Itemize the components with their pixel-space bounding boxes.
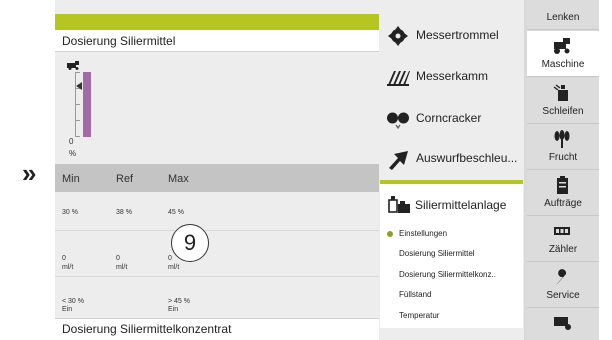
row3-max[interactable]: > 45 %: [168, 298, 190, 305]
col-ref: Ref: [116, 173, 134, 185]
gauge-fill: [83, 72, 91, 137]
main-nav: Lenken Maschine Schleifen Frucht Aufträg…: [524, 0, 599, 340]
column-header: Min Ref Max: [55, 164, 379, 192]
menu-label: Messerkamm: [416, 69, 489, 83]
function-menu: Messertrommel Messerkamm Corncracker Aus…: [379, 0, 524, 340]
nav-schleifen[interactable]: Schleifen: [527, 78, 599, 124]
menu-item-corncracker[interactable]: Corncracker: [379, 98, 524, 142]
nav-label: Schleifen: [542, 106, 584, 117]
gauge-tick: [75, 104, 80, 105]
menu-label: Corncracker: [416, 111, 482, 125]
submenu-title[interactable]: Siliermittelanlage: [415, 198, 506, 212]
step-badge: 9: [171, 224, 209, 262]
row-divider: [55, 276, 379, 277]
accelerator-icon: [389, 151, 408, 170]
nav-label: Aufträge: [544, 198, 582, 209]
gauge-tick: [75, 72, 80, 73]
knife-comb-icon: [387, 71, 410, 86]
row3-min-sub: Ein: [62, 306, 73, 313]
right-edge: [599, 0, 612, 340]
gauge-tick: [75, 120, 80, 121]
row3-min[interactable]: < 30 %: [62, 298, 84, 305]
nav-label: Maschine: [541, 59, 585, 70]
status-bar: [55, 14, 379, 30]
nav-label: Lenken: [546, 12, 580, 23]
row2-ref-unit: ml/t: [116, 264, 128, 271]
active-dot-icon: [387, 231, 393, 237]
row-divider: [55, 230, 379, 231]
gauge-value: 0: [69, 137, 74, 146]
submenu-siliermittelanlage: Siliermittelanlage Einstellungen Dosieru…: [380, 180, 523, 328]
nav-label: Zähler: [548, 244, 578, 255]
row1-ref[interactable]: 38 %: [116, 209, 132, 216]
main-panel: Dosierung Siliermittel 0 % Min Ref Max 3…: [55, 0, 379, 340]
grinding-icon: [553, 84, 568, 101]
row1-min[interactable]: 30 %: [62, 209, 78, 216]
menu-item-messertrommel[interactable]: Messertrommel: [379, 15, 524, 59]
col-max: Max: [168, 173, 189, 185]
row2-min[interactable]: 0: [62, 255, 66, 262]
menu-label: Messertrommel: [416, 28, 499, 42]
row2-min-unit: ml/t: [62, 264, 74, 271]
col-min: Min: [62, 173, 80, 185]
gauge-ref-marker: [76, 82, 82, 90]
drum-icon: [388, 26, 408, 46]
nav-more[interactable]: [527, 308, 599, 340]
subitem-temperatur[interactable]: Temperatur: [380, 306, 523, 326]
section-title-2: Dosierung Siliermittelkonzentrat: [55, 318, 379, 340]
nav-label: Frucht: [548, 152, 578, 163]
nav-frucht[interactable]: Frucht: [527, 124, 599, 170]
nav-maschine[interactable]: Maschine: [527, 31, 599, 77]
harvester-small-icon: [67, 61, 79, 70]
nav-lenken[interactable]: Lenken: [527, 0, 599, 30]
nav-service[interactable]: Service: [527, 262, 599, 308]
gauge-unit: %: [69, 149, 77, 158]
nav-label: Service: [546, 290, 580, 301]
subitem-dosierung-konzentrat[interactable]: Dosierung Siliermittelkonz..: [380, 265, 523, 285]
corncracker-icon: [387, 112, 409, 130]
wrench-icon: [556, 269, 567, 285]
row2-max-unit: ml/t: [168, 264, 180, 271]
subitem-einstellungen[interactable]: Einstellungen: [380, 224, 523, 244]
gauge-tick: [75, 136, 80, 137]
silage-agent-icon[interactable]: [387, 194, 411, 216]
row3-max-sub: Ein: [168, 306, 179, 313]
counter-icon: [554, 227, 570, 235]
menu-item-messerkamm[interactable]: Messerkamm: [379, 56, 524, 100]
left-strip: »: [0, 0, 55, 340]
clipboard-icon: [557, 176, 568, 194]
crop-icon: [554, 130, 570, 148]
expand-chevron-icon[interactable]: »: [22, 160, 48, 186]
harvester-icon: [554, 38, 570, 54]
menu-item-auswurfbeschleuniger[interactable]: Auswurfbeschleu...: [379, 138, 524, 182]
section-title: Dosierung Siliermittel: [55, 30, 379, 52]
row2-max[interactable]: 0: [168, 255, 172, 262]
menu-label: Auswurfbeschleu...: [416, 151, 518, 165]
row1-max[interactable]: 45 %: [168, 209, 184, 216]
row2-ref[interactable]: 0: [116, 255, 120, 262]
nav-auftraege[interactable]: Aufträge: [527, 170, 599, 216]
nav-zaehler[interactable]: Zähler: [527, 216, 599, 262]
subitem-fuellstand[interactable]: Füllstand: [380, 285, 523, 305]
monitor-settings-icon: [554, 317, 571, 330]
subitem-dosierung-siliermittel[interactable]: Dosierung Siliermittel: [380, 244, 523, 264]
